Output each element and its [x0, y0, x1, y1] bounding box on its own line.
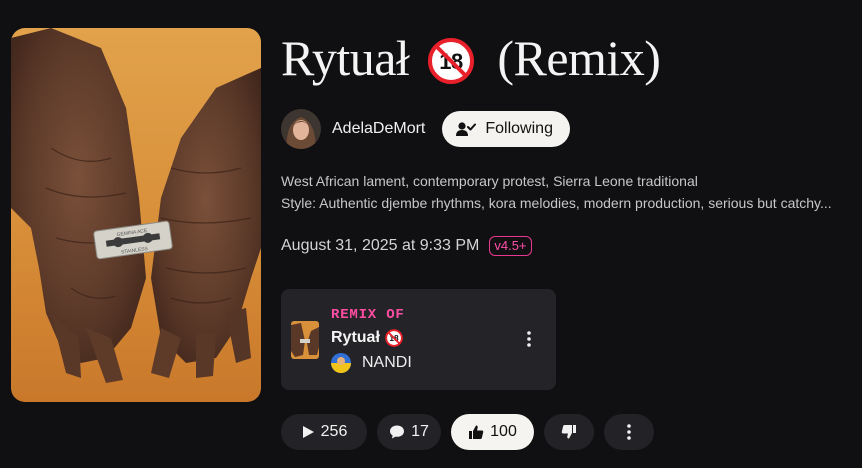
- description-line-1: West African lament, contemporary protes…: [281, 173, 698, 189]
- like-button[interactable]: 100: [451, 414, 534, 450]
- thumbs-up-icon: [469, 425, 484, 439]
- comments-button[interactable]: 17: [377, 414, 441, 450]
- remix-of-card[interactable]: REMIX OF Rytuał 18 NANDI: [281, 289, 556, 390]
- 18-plus-icon: 18: [427, 36, 475, 84]
- artist-name[interactable]: AdelaDeMort: [332, 120, 425, 138]
- more-vertical-icon: [527, 331, 531, 347]
- remix-source-artist-name: NANDI: [362, 354, 412, 371]
- remix-source-title-row[interactable]: Rytuał 18: [331, 329, 403, 347]
- description-line-2[interactable]: Style: Authentic djembe rhythms, kora me…: [281, 192, 851, 214]
- song-title-main: Rytuał: [281, 30, 410, 86]
- more-options-button[interactable]: [604, 414, 654, 450]
- remix-source-title: Rytuał: [331, 329, 380, 346]
- following-button[interactable]: Following: [442, 111, 570, 147]
- action-bar: 256 17 100: [281, 414, 664, 450]
- cover-art[interactable]: GEMINA ACE STAINLESS: [11, 28, 261, 402]
- play-icon: [302, 426, 314, 438]
- song-title: Rytuał 18 (Remix): [281, 26, 661, 90]
- thumbs-down-icon: [561, 425, 576, 439]
- play-button[interactable]: 256: [281, 414, 367, 450]
- comment-count: 17: [411, 423, 429, 440]
- more-vertical-icon: [627, 424, 631, 440]
- like-count: 100: [490, 423, 517, 440]
- remix-source-artist-row[interactable]: NANDI: [331, 353, 412, 373]
- song-description: West African lament, contemporary protes…: [281, 170, 851, 214]
- dislike-button[interactable]: [544, 414, 594, 450]
- 18-plus-icon: 18: [385, 329, 403, 347]
- song-title-suffix: (Remix): [497, 30, 661, 86]
- comment-icon: [390, 425, 405, 439]
- following-button-label: Following: [485, 120, 553, 137]
- remix-of-label: REMIX OF: [331, 307, 405, 323]
- play-count: 256: [320, 423, 348, 440]
- remix-source-thumbnail[interactable]: [291, 321, 319, 359]
- remix-artist-avatar: [331, 353, 351, 373]
- model-version-badge: v4.5+: [489, 236, 532, 256]
- user-check-icon: [456, 122, 477, 136]
- created-date: August 31, 2025 at 9:33 PM: [281, 237, 480, 254]
- avatar[interactable]: [281, 109, 321, 149]
- artist-row: AdelaDeMort Following: [281, 109, 570, 149]
- meta-row: August 31, 2025 at 9:33 PM v4.5+: [281, 236, 532, 256]
- remix-more-button[interactable]: [521, 331, 537, 347]
